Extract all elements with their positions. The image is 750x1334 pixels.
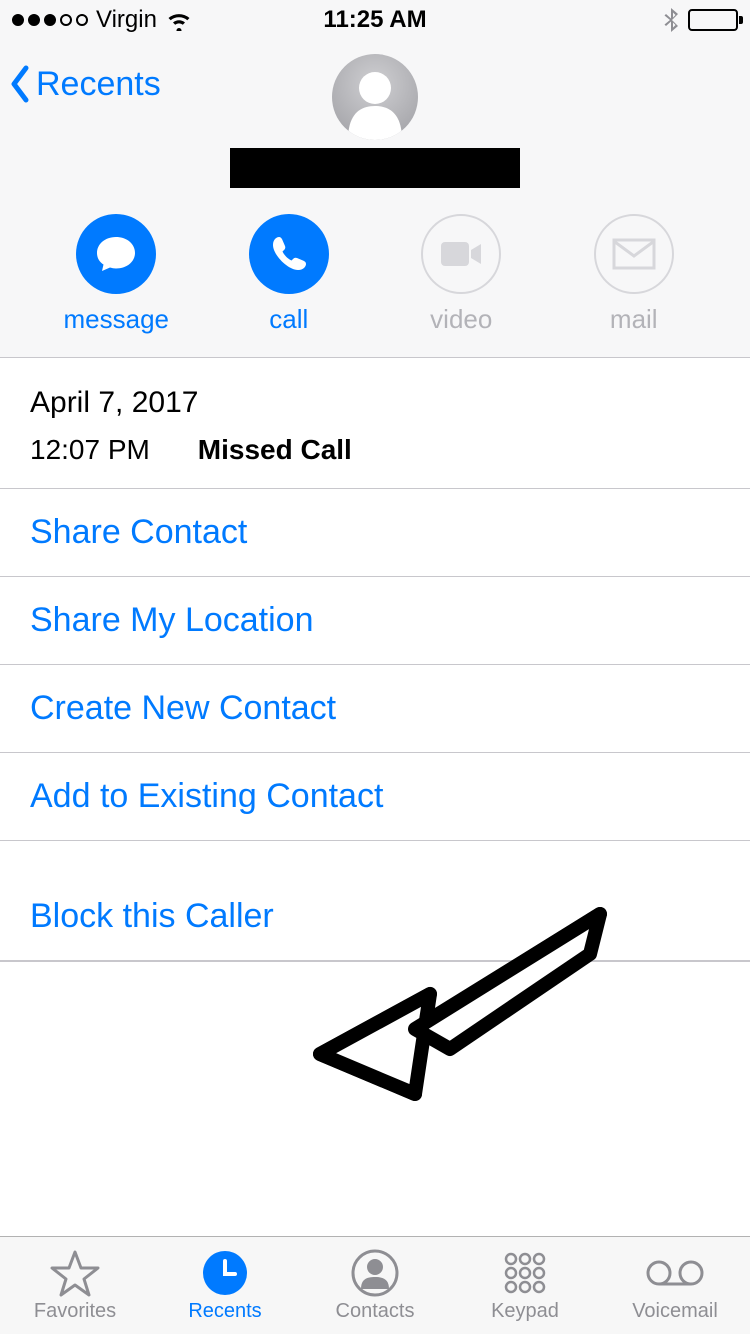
- battery-icon: [688, 9, 738, 31]
- tab-voicemail-label: Voicemail: [632, 1300, 718, 1323]
- call-log-type: Missed Call: [198, 434, 352, 465]
- mail-label: mail: [610, 304, 658, 335]
- block-caller-item[interactable]: Block this Caller: [0, 873, 750, 960]
- mail-button: mail: [574, 214, 694, 335]
- message-label: message: [64, 304, 170, 335]
- contact-header: Recents message call: [0, 40, 750, 358]
- tab-keypad-label: Keypad: [491, 1300, 559, 1323]
- call-log-date: April 7, 2017: [30, 386, 720, 420]
- person-silhouette-icon: [332, 54, 418, 140]
- video-label: video: [430, 304, 492, 335]
- status-bar: Virgin 11:25 AM: [0, 0, 750, 40]
- back-label: Recents: [36, 65, 161, 104]
- clock-label: 11:25 AM: [323, 6, 426, 34]
- tab-contacts-label: Contacts: [336, 1300, 415, 1323]
- star-icon: [50, 1248, 100, 1298]
- contact-details: April 7, 2017 12:07 PM Missed Call Share…: [0, 358, 750, 962]
- call-button[interactable]: call: [229, 214, 349, 335]
- share-location-item[interactable]: Share My Location: [0, 577, 750, 665]
- tab-recents-label: Recents: [188, 1300, 261, 1323]
- tab-keypad[interactable]: Keypad: [455, 1248, 595, 1323]
- carrier-label: Virgin: [96, 6, 157, 34]
- back-button[interactable]: Recents: [8, 64, 161, 104]
- tab-favorites-label: Favorites: [34, 1300, 116, 1323]
- contact-avatar: [332, 54, 418, 140]
- message-icon: [94, 233, 138, 275]
- call-log-time: 12:07 PM: [30, 434, 190, 466]
- video-icon: [438, 239, 484, 269]
- wifi-icon: [165, 9, 193, 31]
- video-button: video: [401, 214, 521, 335]
- tab-voicemail[interactable]: Voicemail: [605, 1248, 745, 1323]
- voicemail-icon: [645, 1248, 705, 1298]
- keypad-icon: [501, 1248, 549, 1298]
- message-button[interactable]: message: [56, 214, 176, 335]
- tab-contacts[interactable]: Contacts: [305, 1248, 445, 1323]
- create-contact-item[interactable]: Create New Contact: [0, 665, 750, 753]
- share-contact-item[interactable]: Share Contact: [0, 489, 750, 577]
- menu-spacer: Block this Caller: [0, 841, 750, 961]
- contact-name-redacted: [230, 148, 520, 188]
- person-circle-icon: [351, 1248, 399, 1298]
- tab-recents[interactable]: Recents: [155, 1248, 295, 1323]
- bluetooth-icon: [664, 7, 680, 33]
- clock-icon: [201, 1248, 249, 1298]
- chevron-left-icon: [8, 64, 32, 104]
- add-existing-contact-item[interactable]: Add to Existing Contact: [0, 753, 750, 841]
- call-label: call: [269, 304, 308, 335]
- signal-strength-icon: [12, 14, 88, 26]
- call-log-section: April 7, 2017 12:07 PM Missed Call: [0, 358, 750, 489]
- tab-favorites[interactable]: Favorites: [5, 1248, 145, 1323]
- mail-icon: [612, 238, 656, 270]
- tab-bar: Favorites Recents Contacts Keyp: [0, 1236, 750, 1334]
- phone-icon: [268, 233, 310, 275]
